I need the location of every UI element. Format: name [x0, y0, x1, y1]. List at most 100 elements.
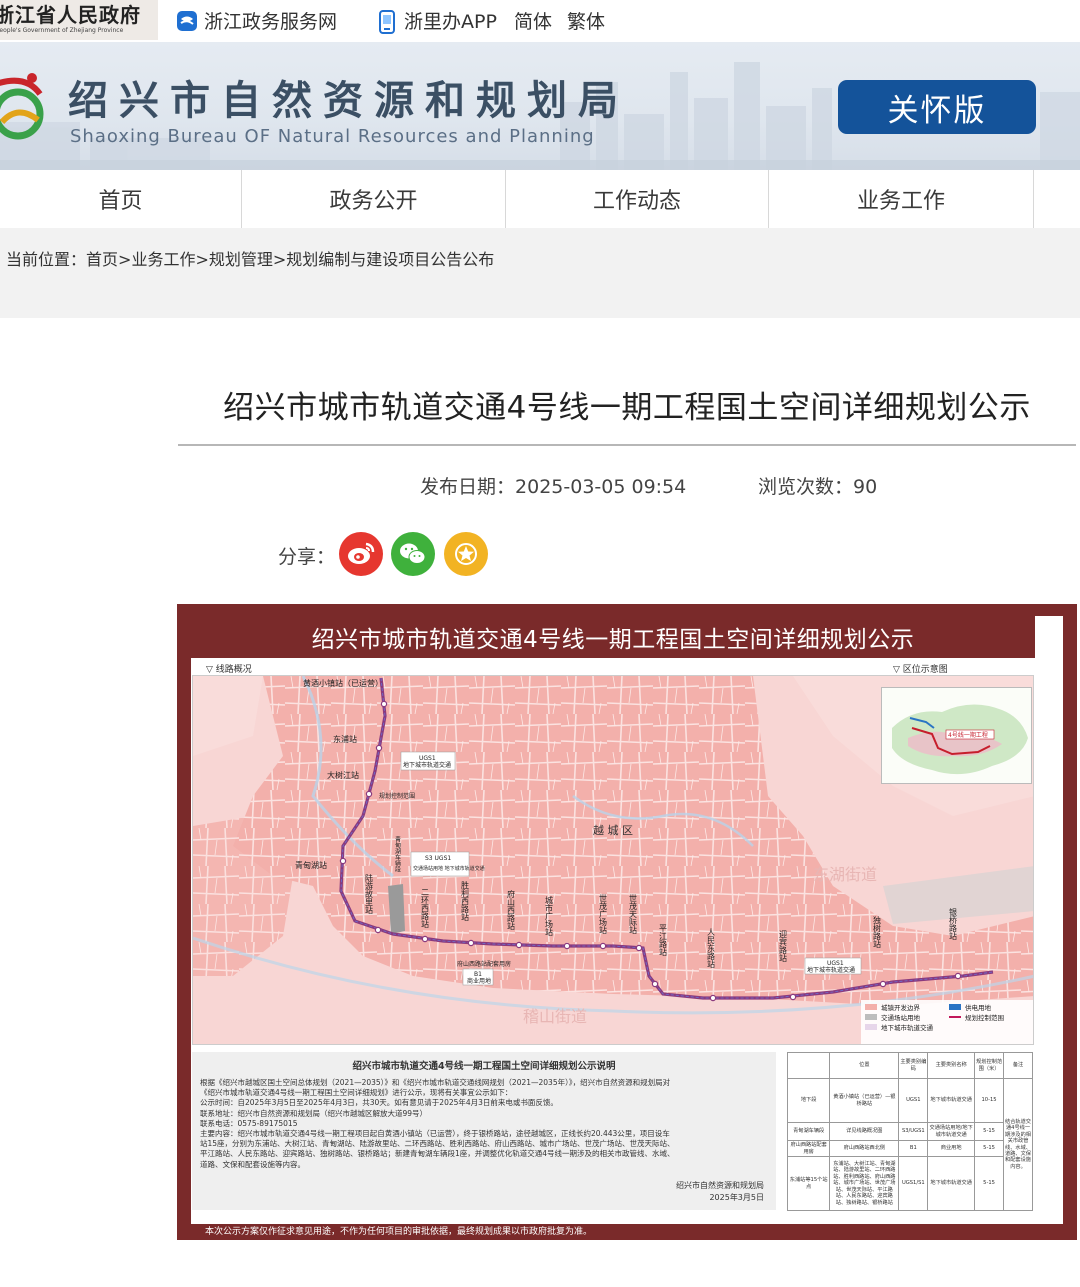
table-cell: 10-15: [974, 1078, 1005, 1123]
station-label: 平江路站: [659, 924, 668, 957]
table-cell: 交通场站用地/地下城市轨道交通: [927, 1122, 976, 1141]
legend-item: 交通场站用地: [881, 1013, 921, 1022]
breadcrumb-home[interactable]: 首页: [86, 250, 118, 269]
breadcrumb-business-work[interactable]: 业务工作: [131, 250, 195, 269]
station-label: 东浦站: [333, 734, 357, 744]
share-weibo-button[interactable]: [339, 532, 383, 576]
map-note: 交通场站用地 地下城市轨道交通: [413, 865, 485, 872]
gov-logo-english: People's Government of Zhejiang Province: [0, 27, 124, 34]
station-label: 城市广场站: [545, 896, 554, 937]
breadcrumb-current[interactable]: 规划编制与建设项目公告公布: [286, 250, 494, 269]
nav-work-news[interactable]: 工作动态: [506, 170, 769, 228]
service-network-icon: [176, 10, 198, 32]
station-label: 大树江站: [327, 770, 359, 780]
table-row: 青甸湖车辆段 详见线路概况图 S3/UGS1 交通场站用地/地下城市轨道交通 5…: [786, 1122, 1033, 1141]
station-label: 世茂天际站: [629, 893, 638, 935]
simplified-chinese-link[interactable]: 简体: [514, 7, 552, 34]
map-note: 府山西路站配套用房: [457, 960, 511, 968]
table-cell: UGS1/S1: [898, 1156, 929, 1211]
publish-date-value: 2025-03-05 09:54: [515, 476, 687, 498]
traditional-chinese-link[interactable]: 繁体: [567, 7, 605, 34]
description-line: 道路、文保和配套设施等内容。: [200, 1159, 305, 1169]
description-line: 联系地址：绍兴市自然资源和规划局（绍兴市越城区解放大道99号）: [200, 1108, 428, 1118]
table-row: 东浦站等15个站点 东浦站、大树江站、青甸湖站、陆游故里站、二环西路站、胜利西路…: [786, 1156, 1033, 1211]
description-line: 《绍兴市城市轨道交通4号线一期工程国土空间详细规划》进行公示，现将有关事宜公示如…: [200, 1088, 513, 1098]
mobile-phone-icon: [376, 9, 398, 34]
table-cell: 地下城市轨道交通: [927, 1078, 976, 1123]
nav-business-work[interactable]: 业务工作: [769, 170, 1034, 228]
legend-item: 规划控制范围: [965, 1013, 1004, 1022]
table-header: [786, 1052, 831, 1079]
view-count-value: 90: [853, 476, 878, 498]
breadcrumb-planning-management[interactable]: 规划管理: [209, 250, 273, 269]
table-header: 规划控制范围（米）: [974, 1052, 1005, 1079]
plan-notice-poster[interactable]: 绍兴市城市轨道交通4号线一期工程国土空间详细规划公示 ▽ 线路概况 ▽ 区位示意…: [177, 604, 1077, 1240]
description-line: 平江路站、人民东路站、迎宾路站、独树路站、银桥路站；新建青甸湖车辆段1座，并调整…: [200, 1149, 675, 1159]
inset-line-label: 4号线一期工程: [948, 731, 988, 739]
nav-home[interactable]: 首页: [0, 170, 242, 228]
description-heading: 绍兴市城市轨道交通4号线一期工程国土空间详细规划公示说明: [352, 1061, 616, 1072]
location-diagram-label: ▽ 区位示意图: [893, 665, 948, 675]
table-cell: UGS1: [898, 1078, 929, 1123]
table-cell: 东浦站等15个站点: [786, 1156, 831, 1211]
gov-logo[interactable]: 浙江省人民政府 People's Government of Zhejiang …: [0, 0, 158, 40]
breadcrumb-separator: >: [195, 250, 209, 269]
table-cell: B1: [898, 1140, 929, 1157]
plan-control-table: 位置 主要类别编码 主要类别名称 规划控制范围（米） 备注 地下段 黄酒小镇站（…: [786, 1052, 1033, 1211]
nav-more[interactable]: [1034, 170, 1080, 228]
top-bar: 浙江省人民政府 People's Government of Zhejiang …: [0, 0, 1080, 42]
map-note: 青甸湖车辆段: [394, 835, 401, 873]
station-label: 世茂广场站: [599, 893, 608, 935]
plan-description: 绍兴市城市轨道交通4号线一期工程国土空间详细规划公示说明 根据《绍兴市越城区国土…: [192, 1052, 776, 1210]
weibo-icon: [348, 542, 375, 564]
signature-org: 绍兴市自然资源和规划局: [676, 1181, 764, 1190]
map-note: UGS1: [827, 960, 844, 967]
table-header: 主要类别编码: [898, 1052, 929, 1079]
legend-item: 地下城市轨道交通: [881, 1023, 934, 1032]
view-count-label: 浏览次数：: [758, 476, 854, 498]
article-title: 绍兴市城市轨道交通4号线一期工程国土空间详细规划公示: [223, 390, 1031, 426]
share-wechat-button[interactable]: [391, 532, 435, 576]
table-cell: 5-15: [974, 1156, 1005, 1211]
map-note: 商业用地: [467, 977, 491, 985]
table-cell: 府山西路站配套用房: [786, 1140, 831, 1157]
route-overview-label: ▽ 线路概况: [206, 665, 252, 675]
street-label: 东湖街道: [813, 865, 877, 884]
signature-date: 2025年3月5日: [709, 1193, 764, 1202]
breadcrumb-bar: 当前位置：首页>业务工作>规划管理>规划编制与建设项目公告公布: [0, 228, 1080, 318]
table-cell: 东浦站、大树江站、青甸湖站、陆游故里站、二环西路站、胜利西路站、府山西路站、城市…: [829, 1156, 900, 1211]
table-header: 主要类别名称: [927, 1052, 976, 1079]
table-row: 府山西路站配套用房 府山西路站西北侧 B1 商业用地 5-15: [786, 1140, 1033, 1157]
wechat-icon: [400, 543, 426, 564]
app-label: 浙里办APP: [404, 11, 497, 33]
map-note: S3 UGS1: [425, 855, 451, 862]
table-header-row: 位置 主要类别编码 主要类别名称 规划控制范围（米） 备注: [786, 1052, 1033, 1079]
poster-title: 绍兴市城市轨道交通4号线一期工程国土空间详细规划公示: [191, 616, 1035, 658]
legend-item: 供电用地: [965, 1003, 992, 1012]
station-label: 黄酒小镇站（已运营）: [303, 678, 383, 688]
table-cell: 详见线路概况图: [829, 1122, 900, 1141]
map-note: 地下城市轨道交通: [403, 761, 451, 769]
location-inset-drawing: 4号线一期工程: [882, 688, 1031, 783]
table-remark: 结合轨道交通4号线一期涉及的相关市政管线、水域、道路、文保和配套设施内容。: [1003, 1078, 1033, 1211]
nav-government-affairs[interactable]: 政务公开: [242, 170, 506, 228]
description-line: 联系电话：0575-89175015: [200, 1118, 298, 1128]
view-count: 浏览次数：90: [758, 472, 877, 499]
service-network-link[interactable]: 浙江政务服务网: [176, 7, 337, 34]
bureau-title: 绍兴市自然资源和规划局: [68, 77, 629, 124]
table-cell: 5-15: [974, 1122, 1005, 1141]
share-favorite-button[interactable]: [444, 532, 488, 576]
care-mode-button[interactable]: 关怀版: [838, 80, 1036, 134]
table-header: 位置: [829, 1052, 900, 1079]
table-header: 备注: [1003, 1052, 1033, 1079]
station-label: 胜利西路站: [461, 880, 470, 922]
description-line: 站15座，分别为东浦站、大树江站、青甸湖站、陆游故里站、二环西路站、胜利西路站、…: [200, 1139, 675, 1149]
app-link[interactable]: 浙里办APP: [376, 7, 497, 34]
table-cell: 青甸湖车辆段: [786, 1122, 831, 1141]
share-label: 分享：: [278, 546, 336, 568]
site-banner: 绍兴市自然资源和规划局 Shaoxing Bureau OF Natural R…: [0, 42, 1080, 170]
station-label: 独树路站: [873, 915, 882, 949]
title-divider: [178, 444, 1076, 446]
station-label: 二环西路站: [421, 888, 430, 929]
map-note: 规划控制范围: [379, 792, 415, 800]
